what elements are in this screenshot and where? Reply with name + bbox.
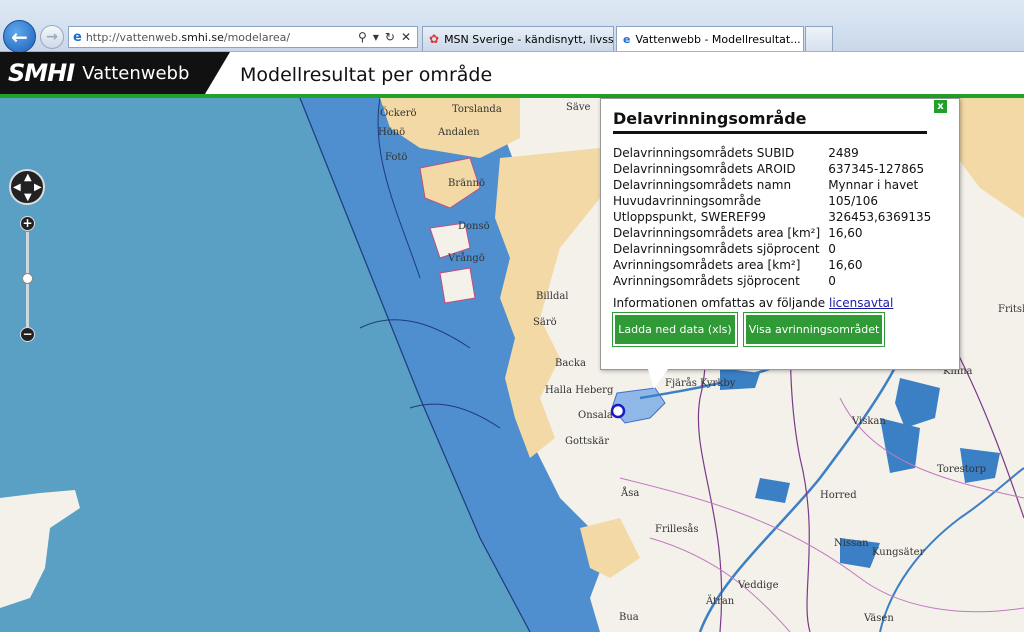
pan-control[interactable]: ▲ ▼ ◀ ▶ <box>9 169 45 205</box>
address-bar[interactable]: e http://vattenweb.smhi.se/modelarea/ ⚲ … <box>68 26 418 48</box>
place-label: Särö <box>533 317 557 328</box>
site-name: Vattenwebb <box>82 62 190 84</box>
place-label: Fjärås Kyrkby <box>665 378 736 389</box>
minus-icon: − <box>22 327 33 341</box>
browser-chrome: ← → e http://vattenweb.smhi.se/modelarea… <box>0 0 1024 53</box>
place-label: Andalen <box>438 127 480 138</box>
zoom-slider-handle[interactable] <box>22 273 33 284</box>
zoom-in-button[interactable]: + <box>20 216 35 231</box>
table-row: Delavrinningsområdets AROID 637345-127865 <box>613 161 931 177</box>
chevron-down-icon[interactable]: ▾ <box>373 30 379 44</box>
place-label: Ätran <box>706 596 735 607</box>
logo-block[interactable]: SMHI Vattenwebb <box>0 52 230 94</box>
refresh-icon[interactable]: ↻ <box>385 30 395 44</box>
license-text: Informationen omfattas av följande <box>613 296 829 310</box>
tab-label: Vattenwebb - Modellresultat... <box>635 32 801 46</box>
tab-label: MSN Sverige - kändisnytt, livss... <box>444 32 614 46</box>
row-value: Mynnar i havet <box>828 178 919 192</box>
place-label: Fritsla <box>998 304 1024 315</box>
place-label: Frillesås <box>655 524 699 535</box>
license-link[interactable]: licensavtal <box>829 296 893 310</box>
place-label: Torslanda <box>452 104 502 115</box>
smhi-logo: SMHI <box>8 59 75 87</box>
place-label: Åsa <box>621 488 640 499</box>
row-label: Huvudavrinningsområde <box>613 194 762 208</box>
place-label: Gottskär <box>565 436 609 447</box>
place-label: Kungsäter <box>872 547 925 558</box>
license-line: Informationen omfattas av följande licen… <box>613 296 893 310</box>
popup-close-button[interactable]: x <box>934 100 947 113</box>
search-icon[interactable]: ⚲ <box>358 30 367 44</box>
place-label: Onsala <box>578 410 613 421</box>
row-label: Delavrinningsområdets SUBID <box>613 146 795 160</box>
page-title: Modellresultat per område <box>240 64 493 86</box>
info-popup: x Delavrinningsområde Delavrinningsområd… <box>600 98 960 370</box>
place-label: Brännö <box>448 178 485 189</box>
arrow-up-icon[interactable]: ▲ <box>24 172 32 183</box>
table-row: Utloppspunkt, SWEREF99 326453,6369135 <box>613 209 931 225</box>
row-label: Delavrinningsområdets AROID <box>613 162 796 176</box>
show-catchment-button[interactable]: Visa avrinningsområdet <box>743 312 885 347</box>
place-label: Fotö <box>385 152 408 163</box>
place-label: Hönö <box>378 127 406 138</box>
ie-page-icon: e <box>623 32 631 46</box>
place-label: Bua <box>619 612 639 623</box>
stop-icon[interactable]: ✕ <box>401 30 411 44</box>
msn-butterfly-icon: ✿ <box>429 32 440 46</box>
row-label: Delavrinningsområdets namn <box>613 178 792 192</box>
row-value: 326453,6369135 <box>828 210 932 224</box>
place-label: Viskan <box>852 416 886 427</box>
place-label: Billdal <box>536 291 569 302</box>
new-tab-button[interactable] <box>805 26 833 51</box>
site-header: SMHI Vattenwebb Modellresultat per områd… <box>0 52 1024 98</box>
place-label: Vrångö <box>448 253 485 264</box>
info-table: Delavrinningsområdets SUBID 2489 Delavrin… <box>613 145 931 289</box>
arrow-right-icon: → <box>46 29 58 45</box>
place-label: Veddige <box>738 580 779 591</box>
place-label: Väsen <box>864 613 894 624</box>
row-value: 16,60 <box>828 226 863 240</box>
tab-vattenwebb[interactable]: e Vattenwebb - Modellresultat... × <box>616 26 804 51</box>
forward-button[interactable]: → <box>40 25 64 49</box>
table-row: Huvudavrinningsområde 105/106 <box>613 193 931 209</box>
popup-pointer <box>648 369 668 389</box>
row-label: Avrinningsområdets sjöprocent <box>613 274 800 288</box>
table-row: Delavrinningsområdets area [km²] 16,60 <box>613 225 931 241</box>
row-label: Utloppspunkt, SWEREF99 <box>613 210 766 224</box>
ie-page-icon: e <box>73 29 82 45</box>
row-value: 16,60 <box>828 258 863 272</box>
row-value: 637345-127865 <box>828 162 925 176</box>
arrow-left-icon[interactable]: ◀ <box>13 182 21 193</box>
place-label: Backa <box>555 358 586 369</box>
place-label: Halla Heberg <box>545 385 614 396</box>
row-label: Avrinningsområdets area [km²] <box>613 258 801 272</box>
table-row: Delavrinningsområdets sjöprocent 0 <box>613 241 931 257</box>
arrow-right-icon[interactable]: ▶ <box>34 182 42 193</box>
place-label: Säve <box>566 102 591 113</box>
table-row: Avrinningsområdets area [km²] 16,60 <box>613 257 931 273</box>
arrow-down-icon[interactable]: ▼ <box>24 192 32 203</box>
row-value: 105/106 <box>828 194 879 208</box>
place-label: Nissan <box>834 538 869 549</box>
place-label: Öckerö <box>380 108 417 119</box>
row-label: Delavrinningsområdets sjöprocent <box>613 242 820 256</box>
download-data-button[interactable]: Ladda ned data (xls) <box>612 312 738 347</box>
plus-icon: + <box>22 216 33 230</box>
tab-msn[interactable]: ✿ MSN Sverige - kändisnytt, livss... <box>422 26 614 51</box>
table-row: Delavrinningsområdets namn Mynnar i havet <box>613 177 931 193</box>
row-value: 0 <box>828 242 836 256</box>
place-label: Donsö <box>458 221 490 232</box>
row-label: Delavrinningsområdets area [km²] <box>613 226 821 240</box>
popup-title: Delavrinningsområde <box>613 109 927 134</box>
back-button[interactable]: ← <box>3 20 36 53</box>
zoom-out-button[interactable]: − <box>20 327 35 342</box>
place-label: Torestorp <box>937 464 986 475</box>
place-label: Horred <box>820 490 857 501</box>
arrow-left-icon: ← <box>11 24 28 49</box>
row-value: 2489 <box>828 146 859 160</box>
table-row: Avrinningsområdets sjöprocent 0 <box>613 273 931 289</box>
row-value: 0 <box>828 274 836 288</box>
table-row: Delavrinningsområdets SUBID 2489 <box>613 145 931 161</box>
url-text: http://vattenweb.smhi.se/modelarea/ <box>85 30 291 44</box>
